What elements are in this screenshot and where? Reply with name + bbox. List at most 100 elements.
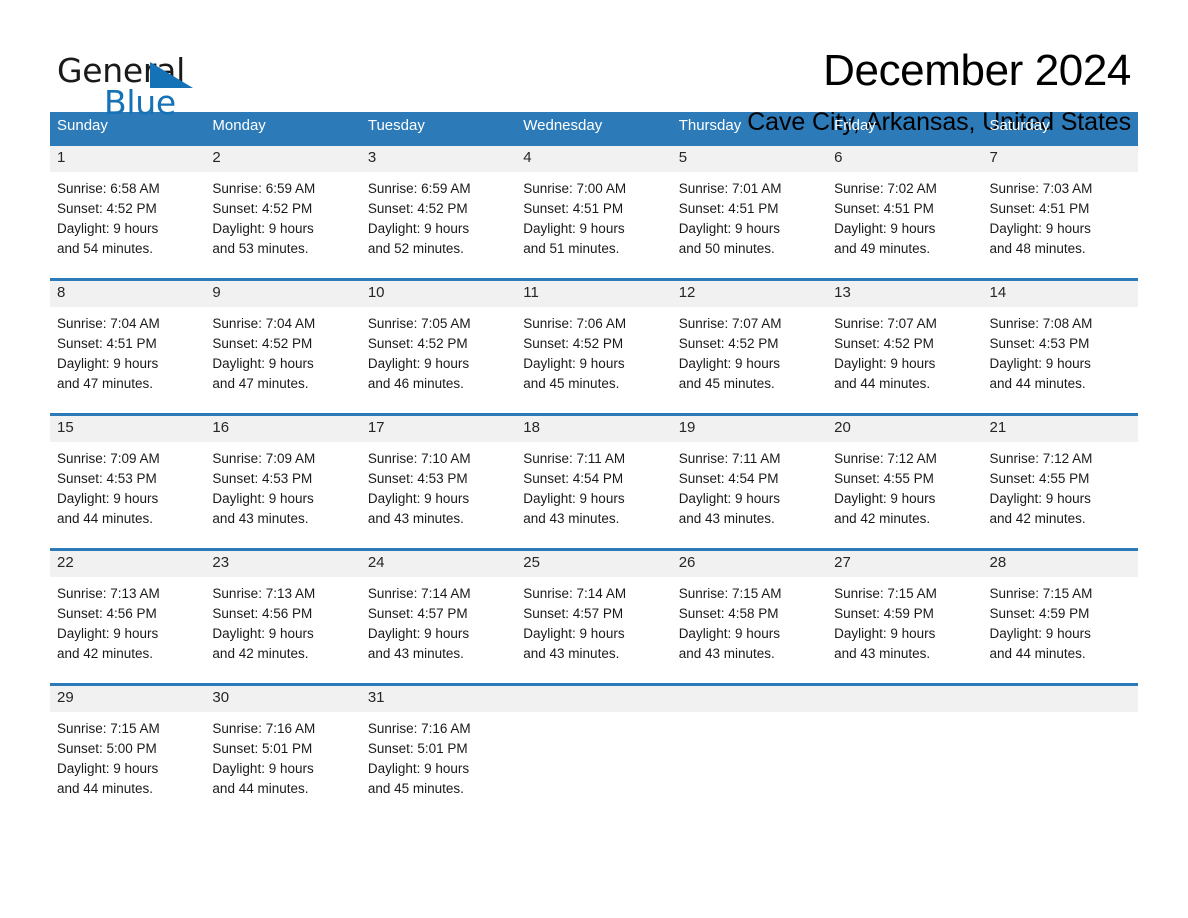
day-detail-daylight1: Daylight: 9 hours [212,356,314,371]
day-number: 9 [205,281,361,307]
day-detail-sunrise: Sunrise: 7:12 AM [989,451,1093,466]
calendar-day-cell-empty [827,686,983,791]
calendar-day-cell[interactable]: 1 Sunrise: 6:58 AM Sunset: 4:52 PM Daylight… [50,146,206,278]
day-detail-daylight2: and 43 minutes. [367,511,464,526]
day-detail-sunrise: Sunrise: 7:16 AM [367,721,471,736]
day-detail-sunset: Sunset: 4:51 PM [57,336,157,351]
calendar-day-cell[interactable]: 30 Sunrise: 7:16 AM Sunset: 5:01 PM Dayligh… [205,686,361,796]
day-detail-daylight2: and 47 minutes. [212,376,309,391]
day-number: 29 [50,686,206,712]
calendar-day-cell[interactable]: 11 Sunrise: 7:06 AM Sunset: 4:52 PM Dayligh… [516,281,672,413]
day-detail-sunrise: Sunrise: 7:15 AM [57,721,160,736]
day-detail-sunset: Sunset: 4:53 PM [212,471,313,486]
day-details: Sunrise: 7:00 AM Sunset: 4:51 PM Daylight:… [516,172,671,259]
general-blue-logo[interactable]: General Blue [57,46,207,119]
calendar-day-cell[interactable]: 10 Sunrise: 7:05 AM Sunset: 4:52 PM Dayligh… [360,281,517,413]
day-detail-daylight2: and 53 minutes. [212,241,309,256]
calendar-day-cell[interactable]: 4 Sunrise: 7:00 AM Sunset: 4:51 PM Daylight… [516,146,672,278]
calendar-day-cell[interactable]: 23 Sunrise: 7:13 AM Sunset: 4:56 PM Dayligh… [205,551,361,683]
calendar-weeks: 1 Sunrise: 6:58 AM Sunset: 4:52 PM Daylight… [50,143,1138,796]
day-detail-sunset: Sunset: 4:51 PM [989,201,1090,216]
day-detail-daylight2: and 45 minutes. [367,781,464,796]
day-detail-sunrise: Sunrise: 7:10 AM [367,451,471,466]
calendar-day-cell-empty [516,686,672,791]
day-number: 5 [671,146,828,172]
day-detail-daylight1: Daylight: 9 hours [57,626,159,641]
calendar-day-cell[interactable]: 22 Sunrise: 7:13 AM Sunset: 4:56 PM Dayligh… [50,551,206,683]
day-number: 6 [827,146,983,172]
day-detail-daylight2: and 43 minutes. [523,646,620,661]
day-details: Sunrise: 7:04 AM Sunset: 4:51 PM Daylight:… [50,307,205,394]
day-number: 21 [982,416,1138,442]
day-number: 31 [360,686,517,712]
calendar-grid: Sunday Monday Tuesday Wednesday Thursday Frid… [50,112,1138,796]
day-details: Sunrise: 7:07 AM Sunset: 4:52 PM Daylight:… [827,307,982,394]
day-detail-daylight1: Daylight: 9 hours [57,356,159,371]
calendar-day-cell[interactable]: 7 Sunrise: 7:03 AM Sunset: 4:51 PM Daylight… [982,146,1138,278]
day-details: Sunrise: 7:07 AM Sunset: 4:52 PM Daylight:… [672,307,827,394]
day-detail-daylight1: Daylight: 9 hours [523,221,625,236]
day-detail-sunrise: Sunrise: 7:14 AM [367,586,471,601]
calendar-day-cell[interactable]: 26 Sunrise: 7:15 AM Sunset: 4:58 PM Dayligh… [671,551,828,683]
day-detail-sunset: Sunset: 5:01 PM [367,741,468,756]
calendar-day-cell[interactable]: 8 Sunrise: 7:04 AM Sunset: 4:51 PM Daylight… [50,281,206,413]
calendar-day-cell[interactable]: 5 Sunrise: 7:01 AM Sunset: 4:51 PM Daylight… [671,146,828,278]
calendar-day-cell[interactable]: 20 Sunrise: 7:12 AM Sunset: 4:55 PM Dayligh… [827,416,983,548]
calendar-day-cell[interactable]: 28 Sunrise: 7:15 AM Sunset: 4:59 PM Dayligh… [982,551,1138,683]
day-number: 23 [205,551,361,577]
calendar-day-cell[interactable]: 25 Sunrise: 7:14 AM Sunset: 4:57 PM Dayligh… [516,551,672,683]
day-detail-daylight2: and 42 minutes. [989,511,1086,526]
day-detail-daylight1: Daylight: 9 hours [212,626,314,641]
day-detail-daylight1: Daylight: 9 hours [367,221,470,236]
day-detail-daylight2: and 44 minutes. [989,376,1086,391]
calendar-day-cell[interactable]: 19 Sunrise: 7:11 AM Sunset: 4:54 PM Dayligh… [671,416,828,548]
calendar-day-cell[interactable]: 15 Sunrise: 7:09 AM Sunset: 4:53 PM Dayligh… [50,416,206,548]
calendar-day-cell[interactable]: 31 Sunrise: 7:16 AM Sunset: 5:01 PM Dayligh… [360,686,517,796]
day-detail-sunset: Sunset: 4:53 PM [367,471,468,486]
calendar-day-cell[interactable]: 29 Sunrise: 7:15 AM Sunset: 5:00 PM Dayligh… [50,686,206,796]
calendar-day-cell[interactable]: 24 Sunrise: 7:14 AM Sunset: 4:57 PM Dayligh… [360,551,517,683]
day-detail-sunset: Sunset: 4:52 PM [834,336,934,351]
day-details: Sunrise: 7:06 AM Sunset: 4:52 PM Daylight:… [516,307,671,394]
calendar-day-cell[interactable]: 21 Sunrise: 7:12 AM Sunset: 4:55 PM Dayligh… [982,416,1138,548]
day-detail-sunset: Sunset: 4:51 PM [523,201,624,216]
day-number: 20 [827,416,983,442]
day-details [516,712,671,719]
day-detail-daylight2: and 44 minutes. [212,781,309,796]
weekday-header-row: Sunday Monday Tuesday Wednesday Thursday Frid… [50,112,1138,143]
day-number: 11 [516,281,672,307]
day-details: Sunrise: 7:01 AM Sunset: 4:51 PM Daylight:… [672,172,827,259]
day-detail-sunrise: Sunrise: 6:59 AM [212,181,316,196]
day-detail-sunrise: Sunrise: 7:15 AM [834,586,937,601]
day-detail-daylight1: Daylight: 9 hours [212,491,314,506]
day-number: 27 [827,551,983,577]
calendar-day-cell[interactable]: 27 Sunrise: 7:15 AM Sunset: 4:59 PM Dayligh… [827,551,983,683]
calendar-day-cell[interactable]: 18 Sunrise: 7:11 AM Sunset: 4:54 PM Dayligh… [516,416,672,548]
day-number: 12 [671,281,828,307]
calendar-day-cell[interactable]: 16 Sunrise: 7:09 AM Sunset: 4:53 PM Dayligh… [205,416,361,548]
day-detail-daylight2: and 44 minutes. [57,511,154,526]
day-detail-sunset: Sunset: 4:59 PM [989,606,1090,621]
calendar-day-cell[interactable]: 14 Sunrise: 7:08 AM Sunset: 4:53 PM Dayligh… [982,281,1138,413]
calendar-day-cell[interactable]: 12 Sunrise: 7:07 AM Sunset: 4:52 PM Dayligh… [671,281,828,413]
day-detail-daylight1: Daylight: 9 hours [212,761,314,776]
day-detail-sunset: Sunset: 4:54 PM [523,471,624,486]
calendar-day-cell[interactable]: 6 Sunrise: 7:02 AM Sunset: 4:51 PM Daylight… [827,146,983,278]
day-detail-sunrise: Sunrise: 7:14 AM [523,586,627,601]
day-detail-sunrise: Sunrise: 7:13 AM [57,586,160,601]
day-detail-daylight1: Daylight: 9 hours [834,356,936,371]
day-number: 28 [982,551,1138,577]
calendar-day-cell[interactable]: 13 Sunrise: 7:07 AM Sunset: 4:52 PM Dayligh… [827,281,983,413]
day-detail-sunset: Sunset: 4:52 PM [367,336,468,351]
day-number: 24 [360,551,517,577]
calendar-day-cell[interactable]: 9 Sunrise: 7:04 AM Sunset: 4:52 PM Daylight… [205,281,361,413]
day-number [982,686,1138,712]
day-number: 18 [516,416,672,442]
day-detail-daylight1: Daylight: 9 hours [367,491,470,506]
day-details: Sunrise: 7:13 AM Sunset: 4:56 PM Daylight:… [50,577,205,664]
day-detail-daylight2: and 43 minutes. [678,511,775,526]
calendar-day-cell[interactable]: 17 Sunrise: 7:10 AM Sunset: 4:53 PM Dayligh… [360,416,517,548]
calendar-day-cell[interactable]: 2 Sunrise: 6:59 AM Sunset: 4:52 PM Daylight… [205,146,361,278]
calendar-page: General Blue December 2024 Cave City, Ar… [0,0,1188,918]
calendar-day-cell[interactable]: 3 Sunrise: 6:59 AM Sunset: 4:52 PM Daylight… [360,146,517,278]
